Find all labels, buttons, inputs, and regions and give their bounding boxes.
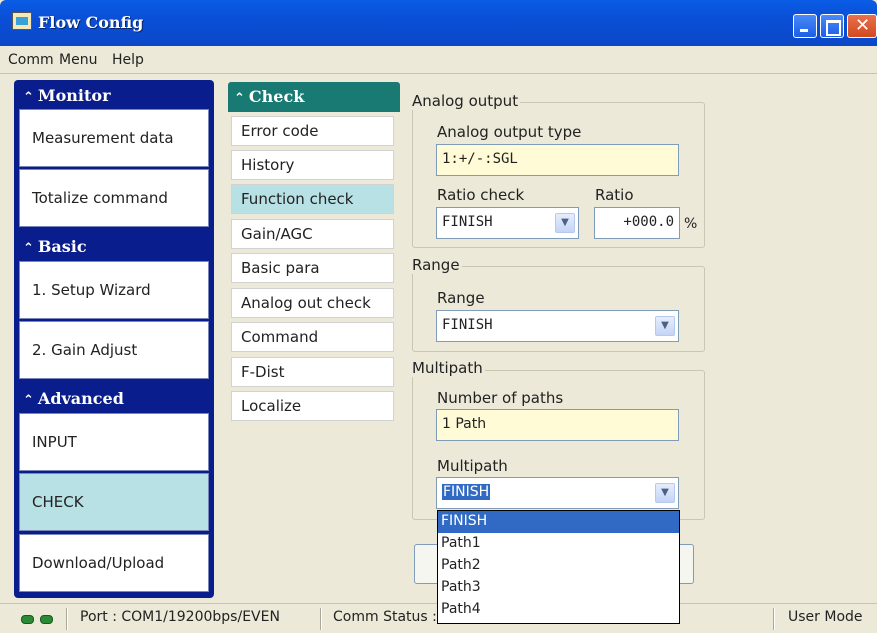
dropdown-option-path4[interactable]: Path4 xyxy=(438,599,679,621)
chevron-down-icon[interactable]: ▼ xyxy=(655,316,675,336)
window-title: Flow Config xyxy=(38,13,144,32)
dropdown-option-path1[interactable]: Path1 xyxy=(438,533,679,555)
nav-download-upload[interactable]: Download/Upload xyxy=(19,534,209,592)
user-mode-status: User Mode xyxy=(788,609,863,625)
status-separator xyxy=(66,608,68,630)
status-separator xyxy=(320,608,322,630)
advanced-header-label: Advanced xyxy=(37,389,124,408)
title-bar[interactable]: Flow Config ✕ xyxy=(0,0,877,46)
connection-led-icon xyxy=(40,615,53,624)
ratio-check-value: FINISH xyxy=(442,214,493,230)
multipath-dropdown-list: FINISH Path1 Path2 Path3 Path4 xyxy=(437,510,680,624)
basic-section-header[interactable]: ⌃ Basic xyxy=(17,234,211,260)
nav-setup-wizard[interactable]: 1. Setup Wizard xyxy=(19,261,209,319)
tab-history[interactable]: History xyxy=(231,150,394,180)
tab-f-dist[interactable]: F-Dist xyxy=(231,357,394,387)
collapse-chevron-icon: ⌃ xyxy=(23,241,34,256)
range-select[interactable]: FINISH ▼ xyxy=(436,310,679,342)
chevron-down-icon[interactable]: ▼ xyxy=(655,483,675,503)
number-of-paths-label: Number of paths xyxy=(437,389,564,407)
range-group-title: Range xyxy=(410,256,462,274)
chevron-down-icon[interactable]: ▼ xyxy=(555,213,575,233)
nav-gain-adjust[interactable]: 2. Gain Adjust xyxy=(19,321,209,379)
left-nav-panel: ⌃ Monitor Measurement data Totalize comma… xyxy=(14,80,214,598)
app-window: Flow Config ✕ Comm Menu Help ⌃ Monitor Me… xyxy=(0,0,877,633)
tab-basic-para[interactable]: Basic para xyxy=(231,253,394,283)
menu-help[interactable]: Help xyxy=(112,52,144,68)
ratio-unit-label: % xyxy=(684,216,698,232)
multipath-group-title: Multipath xyxy=(410,359,485,377)
nav-measurement-data[interactable]: Measurement data xyxy=(19,109,209,167)
multipath-select[interactable]: FINISH ▼ xyxy=(436,477,679,509)
dropdown-option-path2[interactable]: Path2 xyxy=(438,555,679,577)
menu-comm[interactable]: Comm xyxy=(8,52,54,68)
app-icon xyxy=(12,12,32,30)
analog-output-type-field: 1:+/-:SGL xyxy=(436,144,679,176)
multipath-label: Multipath xyxy=(437,457,508,475)
nav-totalize-command[interactable]: Totalize command xyxy=(19,169,209,227)
close-icon: ✕ xyxy=(855,15,871,36)
check-section-header[interactable]: ⌃ Check xyxy=(228,82,400,112)
range-label: Range xyxy=(437,289,485,307)
collapse-chevron-icon: ⌃ xyxy=(234,91,245,106)
tab-function-check[interactable]: Function check xyxy=(231,184,394,214)
range-value: FINISH xyxy=(442,317,493,333)
advanced-section-header[interactable]: ⌃ Advanced xyxy=(17,386,211,412)
ratio-check-select[interactable]: FINISH ▼ xyxy=(436,207,579,239)
tab-analog-out-check[interactable]: Analog out check xyxy=(231,288,394,318)
tab-localize[interactable]: Localize xyxy=(231,391,394,421)
port-status: Port : COM1/19200bps/EVEN xyxy=(80,609,280,625)
ratio-check-label: Ratio check xyxy=(437,186,525,204)
ratio-label: Ratio xyxy=(595,186,634,204)
ratio-input[interactable]: +000.0 xyxy=(594,207,680,239)
close-button[interactable]: ✕ xyxy=(847,14,877,38)
menu-bar: Comm Menu Help xyxy=(0,46,877,74)
monitor-section-header[interactable]: ⌃ Monitor xyxy=(17,83,211,109)
menu-menu[interactable]: Menu xyxy=(59,52,97,68)
minimize-button[interactable] xyxy=(793,14,817,38)
nav-input[interactable]: INPUT xyxy=(19,413,209,471)
tab-command[interactable]: Command xyxy=(231,322,394,352)
collapse-chevron-icon: ⌃ xyxy=(23,90,34,105)
tab-gain-agc[interactable]: Gain/AGC xyxy=(231,219,394,249)
maximize-button[interactable] xyxy=(820,14,844,38)
basic-header-label: Basic xyxy=(37,237,87,256)
connection-led-icon xyxy=(21,615,34,624)
dropdown-option-path3[interactable]: Path3 xyxy=(438,577,679,599)
analog-output-type-label: Analog output type xyxy=(437,123,582,141)
check-header-label: Check xyxy=(248,87,305,106)
analog-output-group-title: Analog output xyxy=(410,92,521,110)
collapse-chevron-icon: ⌃ xyxy=(23,393,34,408)
dropdown-option-finish[interactable]: FINISH xyxy=(438,511,679,533)
tab-error-code[interactable]: Error code xyxy=(231,116,394,146)
number-of-paths-field: 1 Path xyxy=(436,409,679,441)
multipath-value: FINISH xyxy=(442,484,491,500)
monitor-header-label: Monitor xyxy=(37,86,111,105)
nav-check[interactable]: CHECK xyxy=(19,473,209,531)
status-separator xyxy=(773,608,775,630)
